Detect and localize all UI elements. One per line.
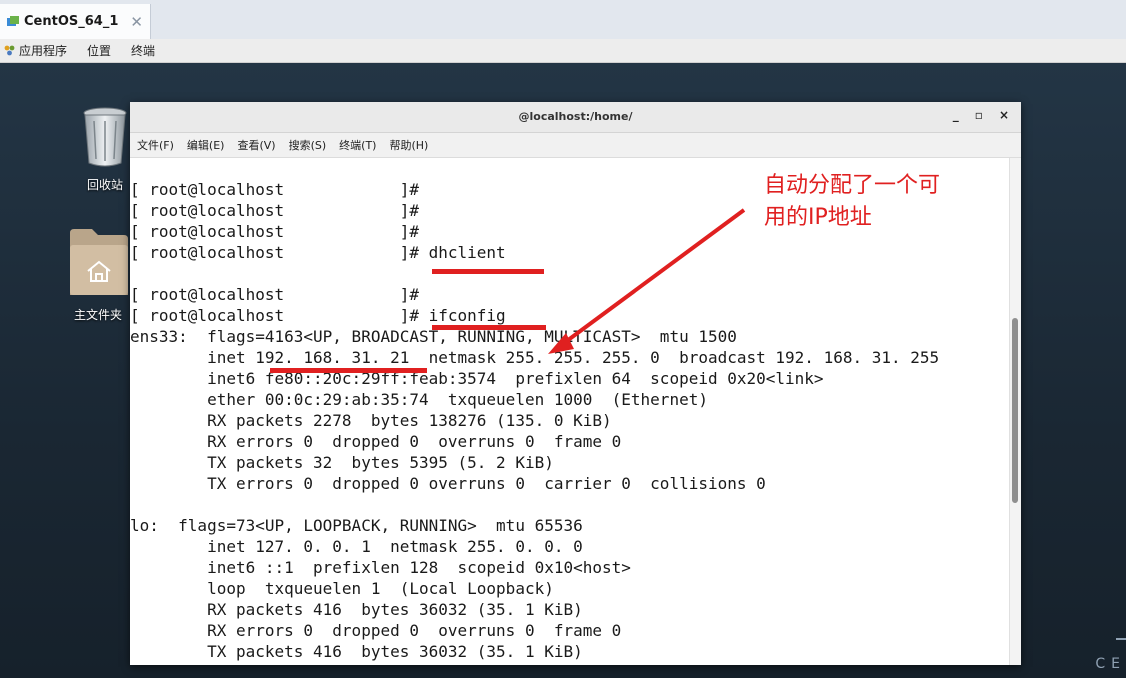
annotation-arrow	[548, 208, 746, 354]
